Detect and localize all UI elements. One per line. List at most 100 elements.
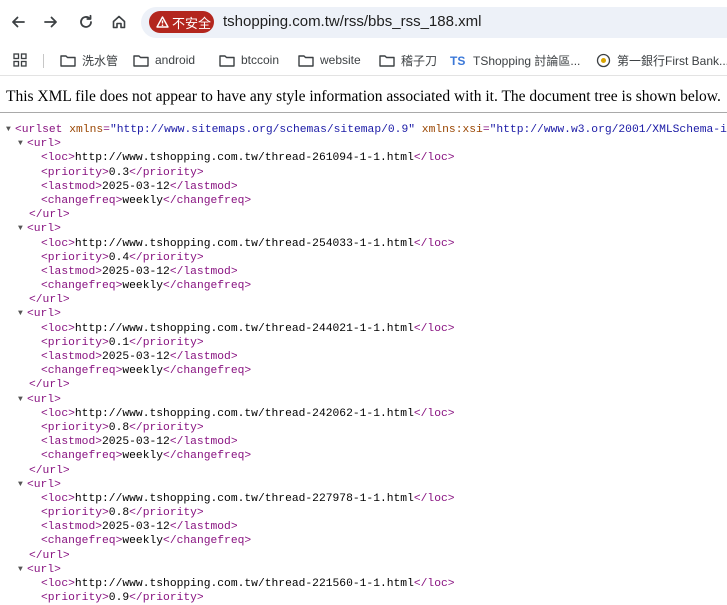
priority-line: <priority>0.4</priority> [41,251,204,264]
lastmod-line: <lastmod>2025-03-12</lastmod> [41,351,238,363]
svg-text:TS: TS [450,54,465,67]
bookmark-first-bank[interactable]: 第一銀行First Bank... [596,50,727,70]
priority-value: 0.9 [108,592,130,605]
loc-line: <loc>http://www.tshopping.com.tw/thread-… [41,578,455,590]
xml-style-notice: This XML file does not appear to have an… [6,88,721,105]
priority-value: 0.4 [108,251,130,264]
lastmod-value: 2025-03-12 [102,351,170,363]
priority-value: 0.3 [108,166,130,179]
url-open-line: ▼ <url> [18,393,61,407]
folder-icon [133,54,149,67]
security-label: 不安全 [172,15,212,31]
changefreq-line: <changefreq>weekly</changefreq> [41,194,252,207]
loc-line: <loc>http://www.tshopping.com.tw/thread-… [41,237,455,250]
priority-line: <priority>0.8</priority> [41,507,204,520]
lastmod-line: <lastmod>2025-03-12</lastmod> [41,265,238,278]
url-open-line: ▼ <url> [18,563,61,577]
loc-line: <loc>http://www.tshopping.com.tw/thread-… [41,322,455,335]
changefreq-value: weekly [122,280,164,293]
collapse-triangle-icon[interactable]: ▼ [18,137,23,151]
bookmarks-bar: 洗水管 android btccoin website 稽子刀 TS TShop… [0,45,727,76]
back-arrow-icon[interactable] [7,11,29,33]
lastmod-line: <lastmod>2025-03-12</lastmod> [41,436,238,449]
lastmod-value: 2025-03-12 [102,180,170,193]
ts-logo-icon: TS [450,54,465,67]
changefreq-value: weekly [122,365,164,378]
urlset-open-line: ▼ <urlset xmlns="http://www.sitemaps.org/… [6,123,727,137]
collapse-triangle-icon[interactable]: ▼ [6,123,11,137]
bookmark-folder-0[interactable]: 洗水管 [60,50,118,70]
lastmod-value: 2025-03-12 [102,436,170,449]
priority-value: 0.8 [108,421,130,434]
url-open-line: ▼ <url> [18,478,61,492]
loc-value: http://www.tshopping.com.tw/thread-26109… [74,152,414,165]
lastmod-line: <lastmod>2025-03-12</lastmod> [41,521,238,534]
priority-value: 0.1 [108,336,130,349]
url-close-line: </url> [29,549,70,562]
bookmark-label: 稽子刀 [401,53,438,68]
bookmark-folder-2[interactable]: btccoin [219,50,279,70]
apps-grid-icon[interactable] [13,50,33,70]
url-close-line: </url> [29,209,70,222]
url-text[interactable]: tshopping.com.tw/rss/bbs_rss_188.xml [223,13,481,30]
loc-value: http://www.tshopping.com.tw/thread-24402… [74,322,414,335]
bookmark-label: 洗水管 [82,53,119,68]
folder-icon [60,54,76,67]
warning-icon [156,16,169,28]
changefreq-value: weekly [122,450,164,463]
changefreq-line: <changefreq>weekly</changefreq> [41,280,252,293]
bookmark-tshopping[interactable]: TS TShopping 討論區... [450,50,580,70]
loc-line: <loc>http://www.tshopping.com.tw/thread-… [41,492,455,505]
forward-arrow-icon[interactable] [40,11,62,33]
loc-value: http://www.tshopping.com.tw/thread-25403… [74,237,414,250]
folder-icon [379,54,395,67]
bookmarks-divider [43,54,44,68]
url-open-line: ▼ <url> [18,307,61,321]
not-secure-badge[interactable]: 不安全 [149,11,214,33]
browser-toolbar: 不安全 tshopping.com.tw/rss/bbs_rss_188.xml [0,0,727,45]
reload-icon[interactable] [75,11,97,33]
collapse-triangle-icon[interactable]: ▼ [18,563,23,577]
loc-line: <loc>http://www.tshopping.com.tw/thread-… [41,152,455,165]
xmlns-name: xmlns [69,124,104,136]
first-bank-icon [596,53,611,67]
bookmark-folder-3[interactable]: website [298,50,361,70]
url-close-line: </url> [29,464,70,477]
bookmark-label: TShopping 討論區... [473,53,581,68]
bookmark-label: btccoin [241,53,280,67]
root-tag: urlset [21,124,63,136]
url-close-line: </url> [29,294,70,307]
folder-icon [219,54,235,67]
loc-line: <loc>http://www.tshopping.com.tw/thread-… [41,407,455,420]
lastmod-value: 2025-03-12 [102,521,170,534]
lastmod-value: 2025-03-12 [102,265,170,278]
bookmark-label: android [155,53,196,67]
priority-value: 0.8 [108,507,130,520]
changefreq-line: <changefreq>weekly</changefreq> [41,365,252,378]
collapse-triangle-icon[interactable]: ▼ [18,222,23,236]
bookmark-label: website [320,53,361,67]
bookmark-label: 第一銀行First Bank... [617,53,727,68]
home-icon[interactable] [108,11,130,33]
collapse-triangle-icon[interactable]: ▼ [18,307,23,321]
bookmark-folder-4[interactable]: 稽子刀 [379,50,437,70]
changefreq-line: <changefreq>weekly</changefreq> [41,535,252,548]
changefreq-value: weekly [122,535,164,548]
folder-icon [298,54,314,67]
loc-value: http://www.tshopping.com.tw/thread-24206… [74,407,414,420]
xmlns-value: http://www.sitemaps.org/schemas/sitemap/… [116,124,409,136]
bookmark-folder-1[interactable]: android [133,50,195,70]
xsi-name: xmlns:xsi [421,124,483,136]
loc-value: http://www.tshopping.com.tw/thread-22797… [74,492,414,505]
notice-divider [0,112,727,113]
collapse-triangle-icon[interactable]: ▼ [18,393,23,407]
collapse-triangle-icon[interactable]: ▼ [18,478,23,492]
changefreq-value: weekly [122,194,164,207]
url-close-line: </url> [29,379,70,392]
priority-line: <priority>0.9</priority> [41,592,204,605]
lastmod-line: <lastmod>2025-03-12</lastmod> [41,180,238,193]
loc-value: http://www.tshopping.com.tw/thread-22156… [74,578,414,590]
priority-line: <priority>0.1</priority> [41,336,204,349]
priority-line: <priority>0.8</priority> [41,421,204,434]
priority-line: <priority>0.3</priority> [41,166,204,179]
